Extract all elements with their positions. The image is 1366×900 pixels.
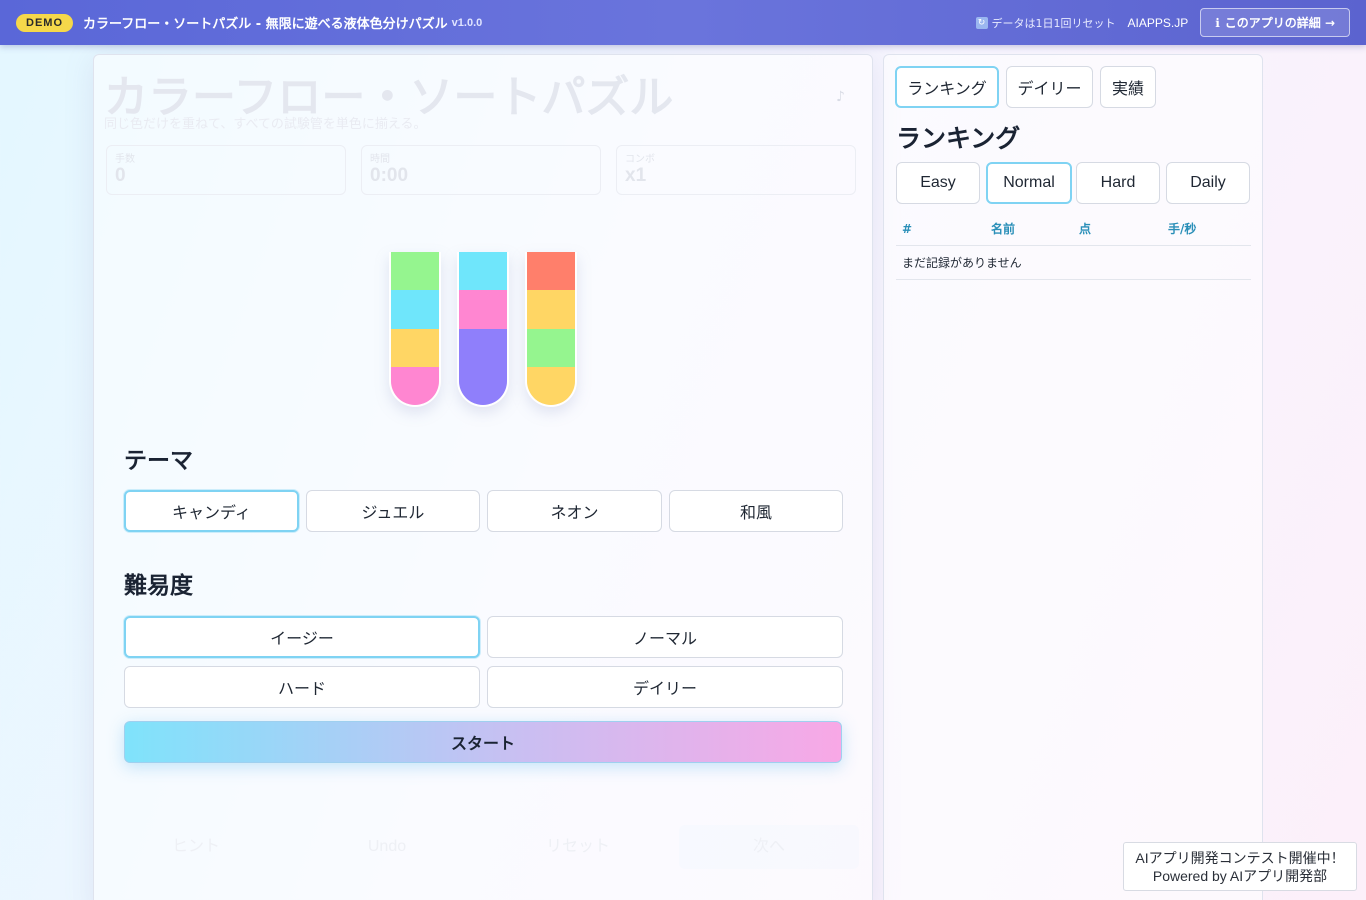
tab-achievements[interactable]: 実績 <box>1100 66 1156 108</box>
liquid-segment <box>459 366 507 405</box>
stat-value: 0 <box>115 165 126 186</box>
difficulty-title: 難易度 <box>124 573 193 599</box>
contest-line-1: AIアプリ開発コンテスト開催中！ <box>1135 850 1345 866</box>
ranking-tab-hard[interactable]: Hard <box>1076 162 1160 204</box>
hint-button[interactable]: ヒント <box>106 825 286 869</box>
stat-time: 時間 0:00 <box>361 145 601 195</box>
top-bar: DEMO カラーフロー・ソートパズル - 無限に遊べる液体色分けパズル v1.0… <box>0 0 1366 45</box>
theme-option-candy[interactable]: キャンディ <box>124 490 299 532</box>
stat-value: x1 <box>625 165 647 186</box>
tab-ranking[interactable]: ランキング <box>895 66 999 108</box>
ranking-tab-normal[interactable]: Normal <box>986 162 1072 204</box>
reset-note: ↻ データは1日1回リセット <box>975 15 1116 31</box>
test-tube-3[interactable] <box>525 252 577 407</box>
refresh-icon: ↻ <box>975 16 988 29</box>
tube-area <box>389 252 577 407</box>
col-moves-seconds: 手/秒 <box>1162 213 1251 246</box>
liquid-segment <box>527 328 575 367</box>
liquid-segment <box>459 252 507 291</box>
stat-label: 手数 <box>115 154 135 165</box>
stat-label: 時間 <box>370 154 390 165</box>
game-subtitle: 同じ色だけを重ねて、すべての試験管を単色に揃える。 <box>104 117 427 132</box>
start-button[interactable]: スタート <box>124 721 842 763</box>
liquid-segment <box>527 366 575 405</box>
liquid-segment <box>459 328 507 367</box>
reset-button[interactable]: リセット <box>488 825 668 869</box>
site-link[interactable]: AIAPPS.JP <box>1128 16 1189 30</box>
liquid-segment <box>391 328 439 367</box>
theme-option-neon[interactable]: ネオン <box>487 490 662 532</box>
app-detail-button[interactable]: ℹ このアプリの詳細 → <box>1200 8 1350 37</box>
test-tube-2[interactable] <box>457 252 509 407</box>
difficulty-option-normal[interactable]: ノーマル <box>487 616 843 658</box>
col-score: 点 <box>1073 213 1162 246</box>
col-rank: # <box>896 213 985 246</box>
stat-value: 0:00 <box>370 165 409 186</box>
liquid-segment <box>391 290 439 329</box>
liquid-segment <box>527 290 575 329</box>
ranking-title: ランキング <box>896 124 1021 153</box>
liquid-segment <box>391 366 439 405</box>
game-panel: カラーフロー・ソートパズル 同じ色だけを重ねて、すべての試験管を単色に揃える。 … <box>93 54 873 900</box>
liquid-segment <box>459 290 507 329</box>
app-version: v1.0.0 <box>451 16 483 29</box>
undo-button[interactable]: Undo <box>297 825 477 869</box>
theme-title: テーマ <box>124 448 193 474</box>
ranking-tab-easy[interactable]: Easy <box>896 162 980 204</box>
theme-option-jewel[interactable]: ジュエル <box>306 490 480 532</box>
stat-moves: 手数 0 <box>106 145 346 195</box>
reset-note-text: データは1日1回リセット <box>991 16 1116 30</box>
difficulty-option-daily[interactable]: デイリー <box>487 666 843 708</box>
empty-message: まだ記録がありません <box>896 245 1251 280</box>
tab-daily[interactable]: デイリー <box>1006 66 1093 108</box>
stat-combo: コンボ x1 <box>616 145 856 195</box>
col-name: 名前 <box>985 213 1073 246</box>
demo-badge: DEMO <box>16 13 73 32</box>
contest-notice[interactable]: AIアプリ開発コンテスト開催中！ Powered by AIアプリ開発部 <box>1123 842 1357 891</box>
next-button[interactable]: 次へ <box>679 825 859 869</box>
music-icon[interactable]: ♪ <box>836 89 845 105</box>
ranking-table: # 名前 点 手/秒 まだ記録がありません <box>896 213 1251 280</box>
app-detail-label: このアプリの詳細 → <box>1224 16 1335 30</box>
stat-label: コンボ <box>625 154 655 165</box>
liquid-segment <box>527 252 575 291</box>
app-title: カラーフロー・ソートパズル - 無限に遊べる液体色分けパズル <box>83 17 448 32</box>
test-tube-1[interactable] <box>389 252 441 407</box>
side-panel: ランキング デイリー 実績 ランキング Easy Normal Hard Dai… <box>883 54 1263 900</box>
topbar-right: ↻ データは1日1回リセット AIAPPS.JP ℹ このアプリの詳細 → <box>975 8 1350 37</box>
liquid-segment <box>391 252 439 291</box>
difficulty-option-easy[interactable]: イージー <box>124 616 480 658</box>
contest-line-2: Powered by AIアプリ開発部 <box>1152 868 1328 884</box>
difficulty-option-hard[interactable]: ハード <box>124 666 480 708</box>
info-icon: ℹ <box>1215 15 1220 30</box>
theme-option-wafu[interactable]: 和風 <box>669 490 843 532</box>
ranking-tab-daily[interactable]: Daily <box>1166 162 1250 204</box>
table-header-row: # 名前 点 手/秒 <box>896 213 1251 246</box>
table-row: まだ記録がありません <box>896 245 1251 280</box>
